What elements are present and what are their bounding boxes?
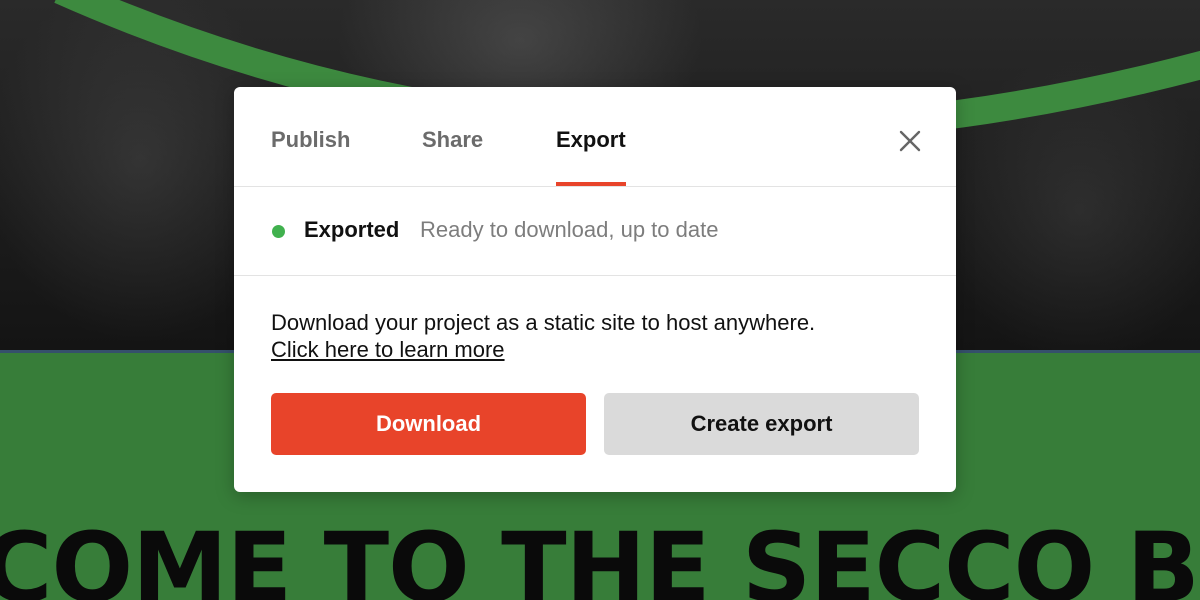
- create-export-button[interactable]: Create export: [604, 393, 919, 455]
- export-dialog: Publish Share Export Exported Ready to d…: [234, 87, 956, 492]
- export-description-text: Download your project as a static site t…: [271, 310, 816, 335]
- dialog-tabs: Publish Share Export: [234, 87, 956, 187]
- status-label: Exported: [304, 217, 400, 242]
- export-description: Download your project as a static site t…: [271, 309, 921, 363]
- learn-more-link[interactable]: Click here to learn more: [271, 337, 505, 362]
- close-icon: [899, 130, 921, 152]
- tab-share[interactable]: Share: [422, 127, 483, 186]
- download-button[interactable]: Download: [271, 393, 586, 455]
- page: COME TO THE SECCO BR Publish Share Expor…: [0, 0, 1200, 600]
- status-description: Ready to download, up to date: [420, 217, 719, 242]
- tab-share-label: Share: [422, 127, 484, 152]
- close-button[interactable]: [896, 127, 924, 155]
- hero-headline: COME TO THE SECCO BR: [0, 512, 1200, 600]
- tab-export-label: Export: [556, 127, 626, 152]
- tab-publish[interactable]: Publish: [271, 127, 350, 186]
- tab-export[interactable]: Export: [556, 127, 626, 186]
- export-status: Exported Ready to download, up to date: [234, 187, 956, 276]
- status-dot-icon: [272, 225, 285, 238]
- tab-publish-label: Publish: [271, 127, 351, 152]
